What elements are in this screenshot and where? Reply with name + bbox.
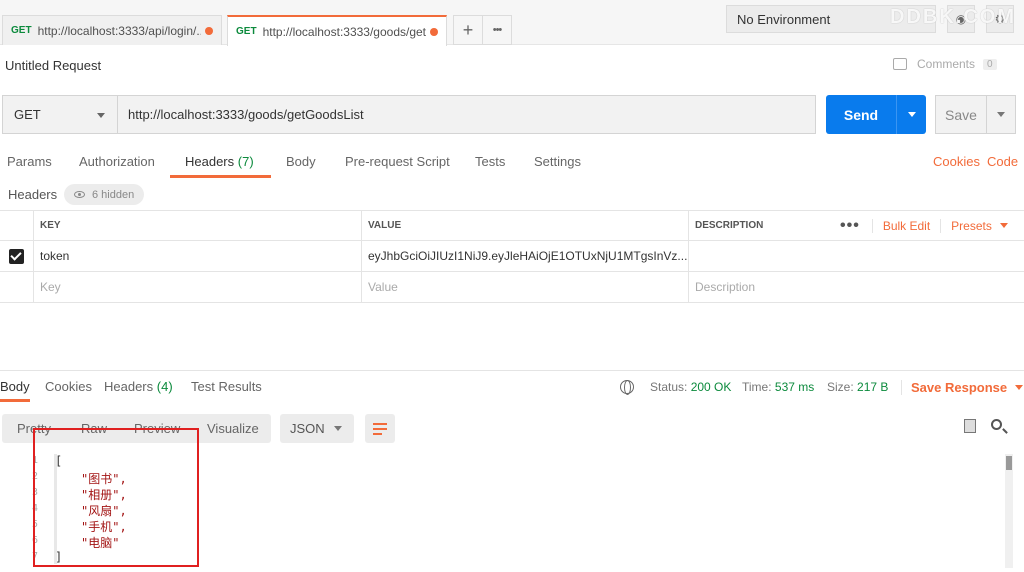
active-tab-indicator: [0, 399, 30, 402]
time-label: Time:: [742, 380, 772, 394]
chevron-down-icon: [1015, 385, 1024, 390]
row-checkbox-cell[interactable]: [0, 241, 33, 271]
headers-section-label: Headers: [8, 187, 58, 202]
globe-icon[interactable]: [620, 380, 634, 395]
response-tab-headers-count: (4): [156, 379, 173, 394]
presets-label: Presets: [951, 218, 992, 233]
chevron-down-icon: [97, 113, 105, 118]
search-icon[interactable]: [991, 419, 1002, 430]
status-value: 200 OK: [690, 380, 732, 394]
headers-table: KEY VALUE DESCRIPTION ••• Bulk Edit Pres…: [0, 210, 1024, 303]
comment-icon: [893, 58, 907, 70]
tab-prerequest-script[interactable]: Pre-request Script: [345, 154, 450, 169]
table-actions: ••• Bulk Edit Presets: [830, 211, 1008, 240]
column-value: VALUE: [361, 211, 688, 240]
presets-button[interactable]: Presets: [940, 218, 1008, 233]
response-divider[interactable]: [0, 370, 1024, 371]
highlight-annotation-box: [33, 428, 199, 567]
table-header-row: KEY VALUE DESCRIPTION ••• Bulk Edit Pres…: [0, 210, 1024, 241]
tab-authorization[interactable]: Authorization: [79, 154, 155, 169]
comments-button[interactable]: Comments 0: [893, 57, 997, 71]
format-label: JSON: [290, 421, 325, 436]
tab-headers-count: (7): [237, 154, 254, 169]
request-title[interactable]: Untitled Request: [5, 58, 101, 73]
request-tab-goods[interactable]: GET http://localhost:3333/goods/get...: [227, 15, 447, 46]
url-input[interactable]: http://localhost:3333/goods/getGoodsList: [118, 95, 816, 134]
hidden-headers-toggle[interactable]: 6 hidden: [64, 184, 145, 205]
checkbox-column-header: [0, 211, 33, 240]
column-key: KEY: [33, 211, 361, 240]
header-description-input[interactable]: [688, 241, 1024, 271]
tab-params[interactable]: Params: [7, 154, 52, 169]
tab-headers[interactable]: Headers (7): [185, 154, 254, 169]
table-row-empty: Key Value Description: [0, 272, 1024, 303]
unsaved-dot-icon: [205, 26, 213, 35]
method-select[interactable]: GET: [2, 95, 118, 134]
active-tab-indicator: [170, 175, 271, 178]
status-label: Status:: [650, 380, 688, 394]
send-button[interactable]: Send: [826, 95, 896, 134]
unsaved-dot-icon: [430, 27, 438, 36]
size-label: Size:: [827, 380, 854, 394]
checkbox-checked-icon[interactable]: [9, 248, 24, 264]
tab-method: GET: [236, 26, 257, 37]
response-tab-test-results[interactable]: Test Results: [191, 379, 262, 394]
add-tab-button[interactable]: +: [453, 15, 483, 45]
eye-icon: [74, 191, 85, 198]
chevron-down-icon: [999, 223, 1008, 228]
column-description: DESCRIPTION: [688, 211, 830, 240]
more-tabs-button[interactable]: •••: [482, 15, 512, 45]
send-options-button[interactable]: [896, 95, 926, 134]
new-key-input[interactable]: Key: [33, 272, 361, 302]
save-response-label: Save Response: [911, 380, 1008, 395]
size-info: Size: 217 B: [827, 380, 888, 394]
response-tab-body[interactable]: Body: [0, 379, 30, 394]
row-checkbox-cell: [0, 272, 33, 302]
editor-scrollbar-thumb[interactable]: [1006, 456, 1012, 470]
tab-url: http://localhost:3333/goods/get...: [262, 24, 427, 39]
wrap-lines-icon[interactable]: [365, 414, 395, 443]
time-value: 537 ms: [774, 380, 815, 394]
new-description-input[interactable]: Description: [688, 272, 1024, 302]
chevron-down-icon: [334, 426, 342, 431]
environment-label: No Environment: [737, 11, 831, 27]
tab-bar: GET http://localhost:3333/api/login/... …: [0, 0, 1024, 46]
save-response-button[interactable]: Save Response: [901, 380, 1024, 395]
tab-tests[interactable]: Tests: [475, 154, 505, 169]
response-tab-headers-label: Headers: [104, 379, 154, 394]
request-tab-login[interactable]: GET http://localhost:3333/api/login/...: [2, 15, 222, 45]
tab-method: GET: [11, 25, 32, 36]
response-tab-headers[interactable]: Headers (4): [104, 379, 173, 394]
format-select[interactable]: JSON: [280, 414, 354, 443]
table-row: token eyJhbGciOiJIUzI1NiJ9.eyJleHAiOjE1O…: [0, 241, 1024, 272]
more-options-icon[interactable]: •••: [840, 217, 860, 235]
url-value: http://localhost:3333/goods/getGoodsList: [128, 107, 364, 122]
tab-body[interactable]: Body: [286, 154, 316, 169]
code-link[interactable]: Code: [987, 154, 1018, 169]
size-value: 217 B: [857, 380, 889, 394]
save-button[interactable]: Save: [935, 95, 987, 134]
save-options-button[interactable]: [986, 95, 1016, 134]
comments-label: Comments: [917, 57, 976, 71]
copy-icon[interactable]: [960, 415, 976, 433]
tab-settings[interactable]: Settings: [534, 154, 581, 169]
comments-count: 0: [983, 58, 997, 70]
new-value-input[interactable]: Value: [361, 272, 688, 302]
chevron-down-icon: [907, 112, 916, 117]
editor-scrollbar[interactable]: [1005, 454, 1013, 568]
cookies-link[interactable]: Cookies: [933, 154, 980, 169]
status-info: Status: 200 OK: [650, 380, 731, 394]
watermark-logo: DDBK.COM: [890, 6, 1016, 28]
header-value-input[interactable]: eyJhbGciOiJIUzI1NiJ9.eyJleHAiOjE1OTUxNjU…: [361, 241, 688, 271]
chevron-down-icon: [997, 112, 1005, 117]
hidden-headers-label: 6 hidden: [92, 188, 135, 201]
time-info: Time: 537 ms: [742, 380, 814, 394]
view-visualize-button[interactable]: Visualize: [207, 414, 259, 443]
tab-headers-label: Headers: [185, 154, 235, 169]
tab-url: http://localhost:3333/api/login/...: [37, 23, 202, 38]
response-tab-cookies[interactable]: Cookies: [45, 379, 92, 394]
bulk-edit-button[interactable]: Bulk Edit: [871, 218, 930, 233]
method-label: GET: [14, 107, 41, 122]
header-key-input[interactable]: token: [33, 241, 361, 271]
